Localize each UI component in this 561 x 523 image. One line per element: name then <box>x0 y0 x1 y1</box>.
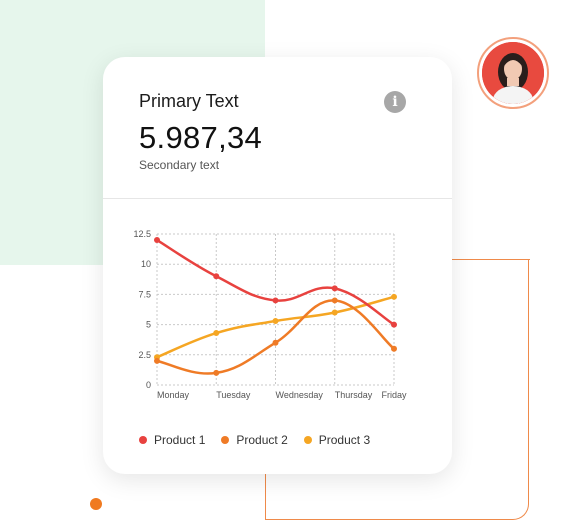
legend-dot <box>221 436 230 444</box>
user-avatar[interactable] <box>477 37 549 109</box>
data-point-product-3 <box>331 309 338 316</box>
data-point-product-3 <box>391 293 397 300</box>
data-point-product-3 <box>213 330 220 337</box>
legend-label: Product 3 <box>318 433 371 447</box>
data-point-product-1 <box>391 321 397 328</box>
avatar-image <box>482 42 544 104</box>
y-tick-label: 0 <box>146 380 151 390</box>
orange-dot-decoration <box>90 498 102 510</box>
data-point-product-1 <box>272 297 279 304</box>
data-point-product-1 <box>213 273 220 280</box>
chart-legend: Product 1 Product 2 Product 3 <box>139 433 370 447</box>
legend-item-product-3: Product 3 <box>303 433 371 447</box>
x-tick-label: Friday <box>381 390 407 400</box>
metric-card: Primary Text i 5.987,34 Secondary text 1… <box>103 57 452 474</box>
x-tick-label: Wednesday <box>276 390 324 400</box>
avatar-portrait-icon <box>482 42 544 104</box>
x-tick-label: Tuesday <box>216 390 251 400</box>
y-tick-label: 5 <box>146 320 151 330</box>
y-tick-label: 12.5 <box>133 229 151 239</box>
data-point-product-2 <box>391 345 397 352</box>
y-tick-label: 2.5 <box>138 350 151 360</box>
legend-item-product-2: Product 2 <box>221 433 288 447</box>
legend-label: Product 1 <box>154 433 206 447</box>
data-point-product-2 <box>213 369 220 376</box>
legend-dot <box>303 436 312 444</box>
x-tick-label: Thursday <box>335 390 373 400</box>
data-point-product-3 <box>272 317 279 324</box>
legend-dot <box>139 436 147 444</box>
y-tick-label: 7.5 <box>138 289 151 299</box>
x-tick-label: Monday <box>157 390 190 400</box>
line-chart: 12.5 10 7.5 5 2.5 0 Monday Tuesday Wednesday Thur… <box>133 229 407 400</box>
data-point-product-2 <box>331 297 338 304</box>
legend-label: Product 2 <box>236 433 288 447</box>
y-tick-label: 10 <box>141 259 151 269</box>
data-point-product-2 <box>272 339 279 346</box>
data-point-product-1 <box>154 237 160 244</box>
data-point-product-1 <box>331 285 338 292</box>
data-point-product-2 <box>154 357 160 364</box>
legend-item-product-1: Product 1 <box>139 433 205 447</box>
